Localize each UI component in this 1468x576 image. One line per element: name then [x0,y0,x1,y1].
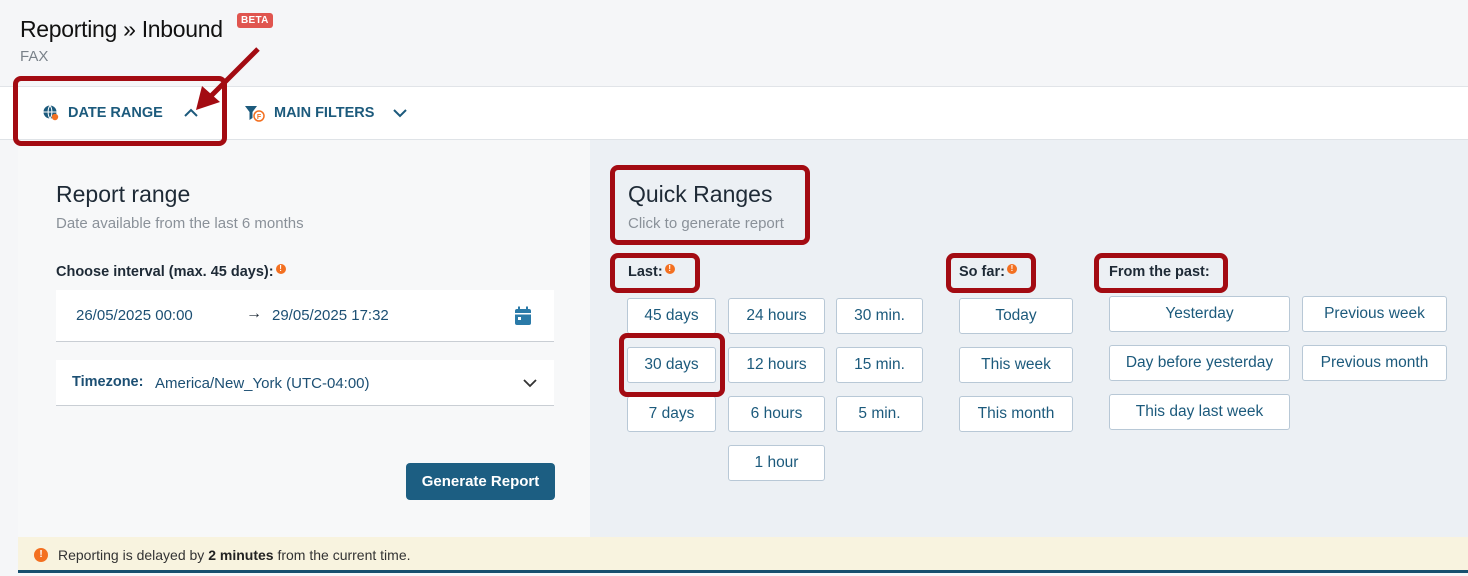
quick-range-30-days[interactable]: 30 days [627,347,716,383]
chevron-down-icon [522,376,538,394]
beta-badge: BETA [237,13,273,28]
quick-range-45-days[interactable]: 45 days [627,298,716,334]
calendar-icon[interactable] [514,306,532,331]
date-start-value: 26/05/2025 00:00 [76,307,193,324]
tab-date-range-label: DATE RANGE [68,105,163,121]
timezone-value: America/New_York (UTC-04:00) [155,375,370,392]
quick-ranges-title: Quick Ranges [628,181,773,207]
date-end-value: 29/05/2025 17:32 [272,307,389,324]
date-range-panel: Report range Date available from the las… [18,140,1468,537]
svg-text:F: F [257,114,262,121]
quick-range-7-days[interactable]: 7 days [627,396,716,432]
quick-range-day-before-yesterday[interactable]: Day before yesterday [1109,345,1290,381]
quick-range-previous-month[interactable]: Previous month [1302,345,1447,381]
warning-icon: ! [34,548,48,562]
last-label: Last:! [628,264,675,280]
quick-range-today[interactable]: Today [959,298,1073,334]
report-range-title: Report range [56,181,191,207]
so-far-label: So far:! [959,264,1017,280]
timezone-select[interactable]: Timezone: America/New_York (UTC-04:00) [56,360,554,406]
tab-main-filters-label: MAIN FILTERS [274,105,375,121]
quick-range-15-min[interactable]: 15 min. [836,347,923,383]
report-range-hint: Date available from the last 6 months [56,215,304,232]
from-past-label: From the past: [1109,264,1210,280]
delay-notice: ! Reporting is delayed by 2 minutes from… [18,537,1468,573]
report-range-section: Report range Date available from the las… [18,140,590,537]
info-icon[interactable]: ! [664,264,675,274]
arrow-right-icon: → [246,305,262,322]
page-subtitle: FAX [20,48,49,65]
quick-range-5-min[interactable]: 5 min. [836,396,923,432]
quick-range-24-hours[interactable]: 24 hours [728,298,825,334]
filter-icon: F [244,104,266,122]
quick-range-30-min[interactable]: 30 min. [836,298,923,334]
page-title: Reporting » Inbound [20,16,223,42]
interval-label: Choose interval (max. 45 days):! [56,264,286,280]
page-header: Reporting » Inbound BETA FAX [0,0,1468,86]
info-icon[interactable]: ! [1006,264,1017,274]
tab-date-range[interactable]: DATE RANGE [42,87,199,139]
notice-text: Reporting is delayed by 2 minutes from t… [58,547,411,563]
quick-range-12-hours[interactable]: 12 hours [728,347,825,383]
chevron-down-icon [392,107,408,119]
quick-range-6-hours[interactable]: 6 hours [728,396,825,432]
quick-ranges-hint: Click to generate report [628,215,784,232]
tab-main-filters[interactable]: F MAIN FILTERS [244,87,408,139]
quick-range-this-month[interactable]: This month [959,396,1073,432]
date-range-input[interactable]: 26/05/2025 00:00 → 29/05/2025 17:32 [56,290,554,342]
quick-range-1-hour[interactable]: 1 hour [728,445,825,481]
quick-range-this-week[interactable]: This week [959,347,1073,383]
info-icon[interactable]: ! [275,264,286,274]
quick-range-yesterday[interactable]: Yesterday [1109,296,1290,332]
quick-range-previous-week[interactable]: Previous week [1302,296,1447,332]
filter-tabbar: DATE RANGE F MAIN FILTERS [0,86,1468,140]
chevron-up-icon [183,107,199,119]
timezone-label: Timezone: [72,374,144,390]
quick-range-this-day-last-week[interactable]: This day last week [1109,394,1290,430]
globe-icon [42,104,60,122]
quick-ranges-section: Quick Ranges Click to generate report La… [590,140,1468,537]
generate-report-button[interactable]: Generate Report [406,463,555,500]
